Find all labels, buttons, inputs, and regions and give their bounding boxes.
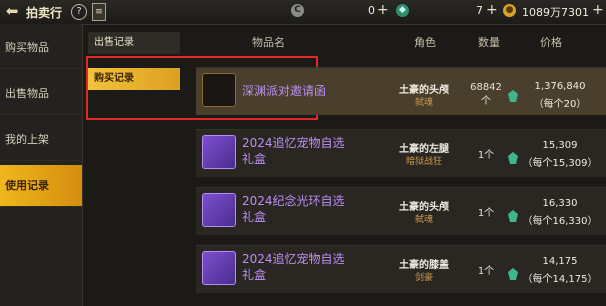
gold-icon: ●: [503, 4, 516, 17]
sidebar-item-buy[interactable]: 购买物品: [0, 27, 82, 69]
item-name: 2024追忆宠物自选礼盒: [242, 252, 345, 282]
back-arrow-icon[interactable]: ⬅: [4, 3, 20, 19]
help-icon[interactable]: ?: [71, 4, 87, 20]
sidebar-item-label: 使用记录: [5, 179, 49, 192]
price-unit: （每个20）: [533, 99, 587, 110]
quantity: 1个: [477, 266, 495, 277]
gem-icon: ◆: [396, 4, 409, 17]
sidebar-item-my-listings[interactable]: 我的上架: [0, 119, 82, 161]
currency1-value: 0: [368, 4, 375, 17]
currency1-add-button[interactable]: +: [377, 2, 389, 18]
gem-icon: [508, 149, 518, 164]
role-class: 弑魂: [414, 215, 433, 225]
scroll-icon[interactable]: ≡: [92, 3, 106, 21]
price-total: 14,175: [542, 256, 578, 267]
quantity-unit: 个: [481, 96, 491, 107]
gem-icon: [508, 207, 518, 222]
table-row[interactable]: 深渊派对邀请函 土豪的头颅 弑魂 68842 个 1,376,840 （每个20…: [196, 67, 606, 115]
gold-value: 1089万7301: [522, 6, 589, 19]
item-name: 深渊派对邀请函: [242, 84, 327, 98]
coin-icon: C: [291, 4, 304, 17]
sidebar-item-history[interactable]: 使用记录: [0, 165, 82, 207]
price-unit: （每个15,309）: [522, 158, 598, 169]
role-name: 土豪的膝盖: [399, 260, 449, 271]
item-name: 2024追忆宠物自选礼盒: [242, 136, 345, 166]
table-row[interactable]: 2024纪念光环自选礼盒 土豪的头颅 弑魂 1个 16,330 （每个16,33…: [196, 187, 606, 235]
currency2-add-button[interactable]: +: [486, 2, 498, 18]
gift-box-icon: [202, 251, 236, 285]
table-row[interactable]: 2024追忆宠物自选礼盒 土豪的膝盖 剑豪 1个 14,175 （每个14,17…: [196, 245, 606, 293]
header-role: 角色: [414, 36, 436, 49]
quantity: 1个: [477, 208, 495, 219]
price-total: 16,330: [542, 198, 578, 209]
price-unit: （每个16,330）: [522, 216, 598, 227]
header-price: 价格: [540, 36, 562, 49]
gold-add-button[interactable]: +: [592, 2, 604, 18]
role-name: 土豪的头颅: [399, 85, 449, 96]
sidebar-item-label: 我的上架: [5, 133, 49, 146]
page-title: 拍卖行: [26, 6, 63, 20]
gem-icon: [508, 265, 518, 280]
gem-icon: [508, 87, 518, 102]
header-qty: 数量: [478, 36, 500, 49]
price-unit: （每个14,175）: [522, 274, 598, 285]
quantity: 68842: [470, 82, 502, 93]
role-class: 剑豪: [414, 273, 433, 283]
role-name: 土豪的左腿: [399, 144, 449, 155]
gift-box-icon: [202, 135, 236, 169]
currency2-value: 7: [476, 4, 483, 17]
item-name: 2024纪念光环自选礼盒: [242, 194, 345, 224]
header-name: 物品名: [252, 36, 285, 49]
tab-sell-records[interactable]: 出售记录: [88, 32, 180, 54]
table-row[interactable]: 2024追忆宠物自选礼盒 土豪的左腿 暗狱战狂 1个 15,309 （每个15,…: [196, 129, 606, 177]
top-bar: ⬅ 拍卖行 ? ≡ C 0 + ◆ 7 + ● 1089万7301 +: [0, 0, 606, 25]
sidebar-item-sell[interactable]: 出售物品: [0, 73, 82, 115]
sidebar: 购买物品 出售物品 我的上架 使用记录: [0, 24, 83, 306]
sidebar-item-label: 出售物品: [5, 87, 49, 100]
invitation-item-icon: [202, 73, 236, 107]
role-class: 暗狱战狂: [405, 157, 442, 167]
sidebar-item-label: 购买物品: [5, 41, 49, 54]
quantity: 1个: [477, 150, 495, 161]
gift-box-icon: [202, 193, 236, 227]
role-name: 土豪的头颅: [399, 202, 449, 213]
price-total: 1,376,840: [534, 81, 586, 92]
role-class: 弑魂: [414, 98, 433, 108]
price-total: 15,309: [542, 140, 578, 151]
